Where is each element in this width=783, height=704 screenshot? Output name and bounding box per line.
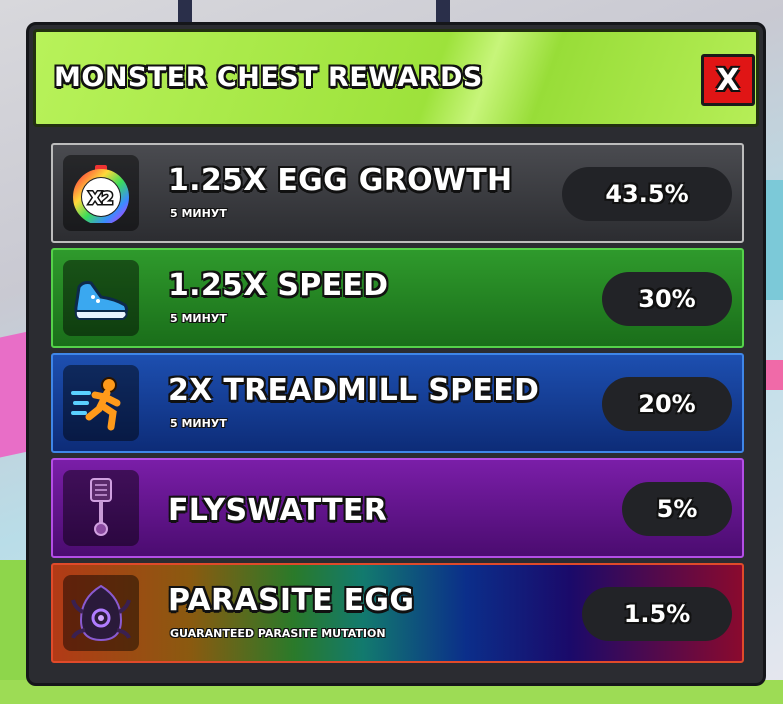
panel-header: MONSTER CHEST REWARDS X — [33, 29, 759, 127]
reward-name: PARASITE EGG — [168, 583, 415, 618]
reward-row-flyswatter: FLYSWATTER 5% — [51, 458, 744, 558]
reward-chance: 1.5% — [582, 587, 732, 641]
reward-row-parasite-egg: PARASITE EGG GUARANTEED PARASITE MUTATIO… — [51, 563, 744, 663]
reward-description: GUARANTEED PARASITE MUTATION — [170, 627, 386, 640]
shoe-icon — [63, 260, 139, 336]
reward-duration: 5 МИНУТ — [170, 207, 227, 220]
parasite-egg-icon — [63, 575, 139, 651]
reward-duration: 5 МИНУТ — [170, 417, 227, 430]
x2-timer-icon: X2 — [63, 155, 139, 231]
reward-chance: 5% — [622, 482, 732, 536]
reward-name: FLYSWATTER — [168, 493, 388, 528]
close-button[interactable]: X — [701, 54, 755, 106]
svg-text:X2: X2 — [89, 189, 114, 209]
reward-row-treadmill-speed: 2X TREADMILL SPEED 5 МИНУТ 20% — [51, 353, 744, 453]
reward-chance: 30% — [602, 272, 732, 326]
reward-row-speed: 1.25X SPEED 5 МИНУТ 30% — [51, 248, 744, 348]
reward-row-egg-growth: X2 1.25X EGG GROWTH 5 МИНУТ 43.5% — [51, 143, 744, 243]
reward-name: 2X TREADMILL SPEED — [168, 373, 540, 408]
reward-name: 1.25X SPEED — [168, 268, 389, 303]
running-man-icon — [63, 365, 139, 441]
reward-name: 1.25X EGG GROWTH — [168, 163, 513, 198]
rewards-panel: MONSTER CHEST REWARDS X X2 1.25X EGG GRO… — [26, 22, 766, 686]
flyswatter-icon — [63, 470, 139, 546]
reward-chance: 43.5% — [562, 167, 732, 221]
reward-chance: 20% — [602, 377, 732, 431]
reward-duration: 5 МИНУТ — [170, 312, 227, 325]
panel-title: MONSTER CHEST REWARDS — [54, 62, 483, 93]
